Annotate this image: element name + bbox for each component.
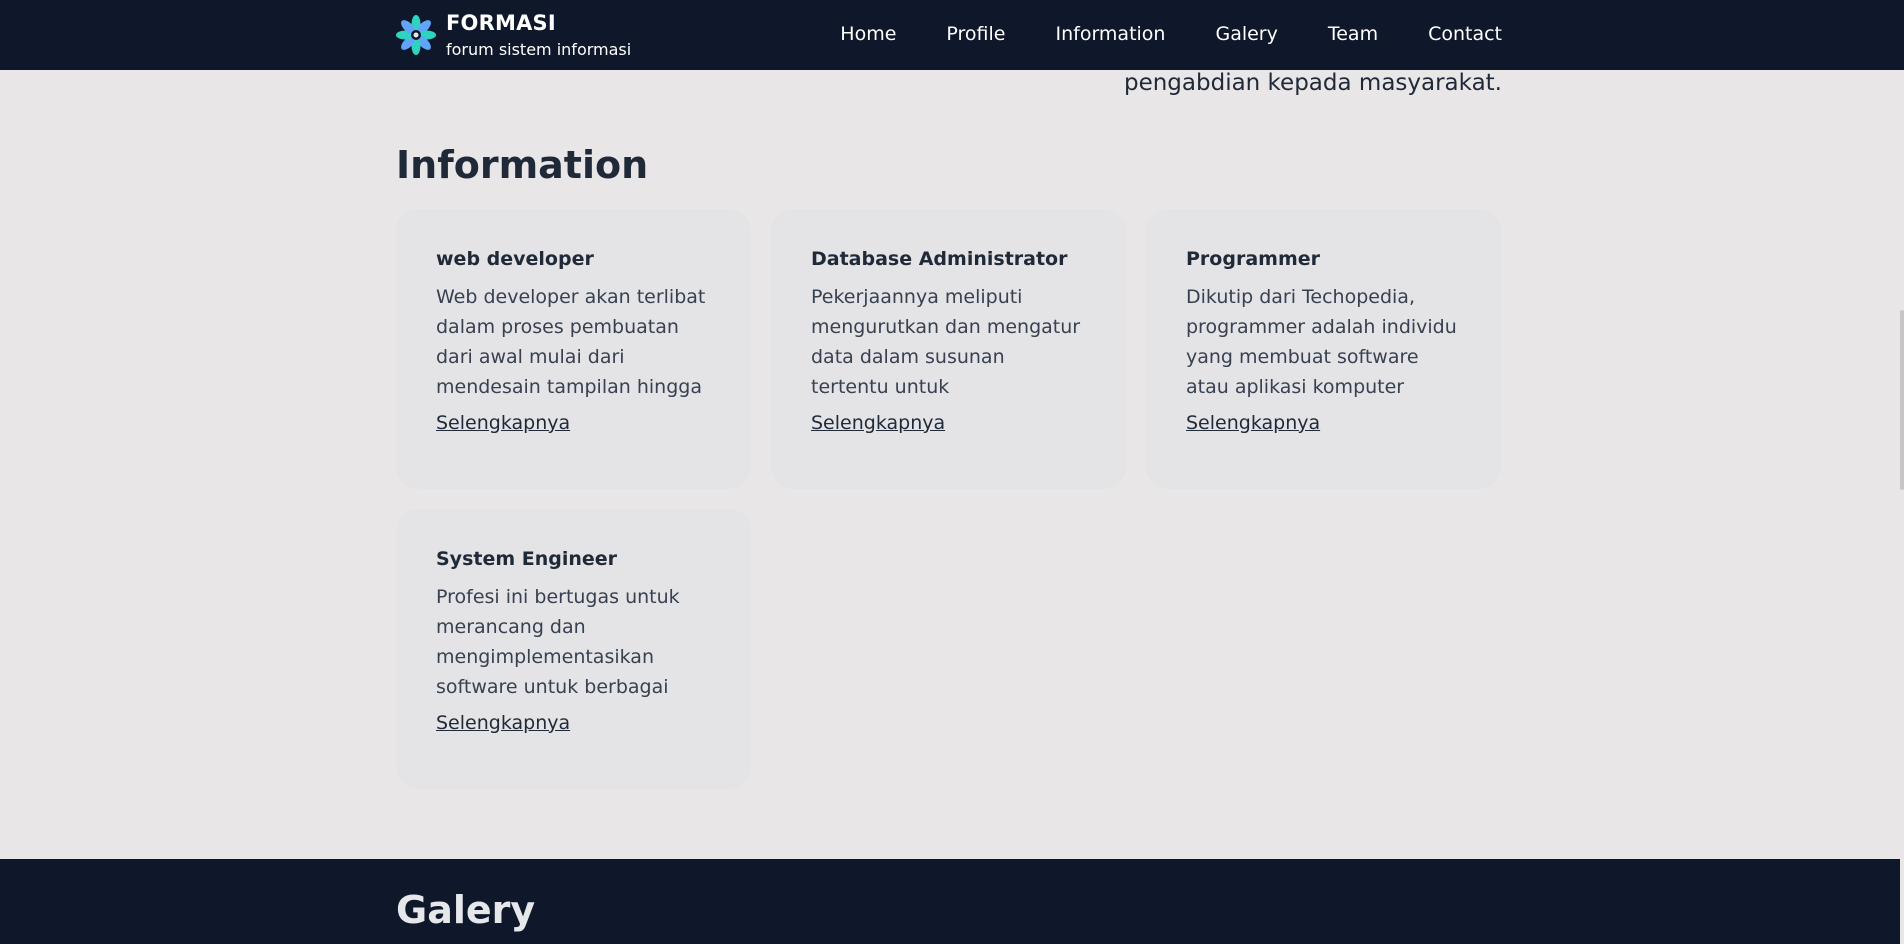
galery-section-title: Galery bbox=[396, 888, 536, 932]
page-scrollbar[interactable] bbox=[1900, 0, 1904, 944]
info-card-system-engineer: System Engineer Profesi ini bertugas unt… bbox=[396, 509, 751, 789]
flower-logo-icon bbox=[396, 15, 436, 55]
card-description: Dikutip dari Techopedia, programmer adal… bbox=[1186, 285, 1457, 398]
nav-team[interactable]: Team bbox=[1328, 23, 1378, 45]
nav-links: Home Profile Information Galery Team Con… bbox=[840, 23, 1502, 45]
brand-subtitle: forum sistem informasi bbox=[446, 40, 632, 59]
info-card-database-administrator: Database Administrator Pekerjaannya meli… bbox=[771, 209, 1126, 489]
info-card-web-developer: web developer Web developer akan terliba… bbox=[396, 209, 751, 489]
profile-text-tail: pengabdian kepada masyarakat. bbox=[1123, 70, 1502, 96]
scrollbar-thumb[interactable] bbox=[1900, 310, 1904, 490]
nav-contact[interactable]: Contact bbox=[1428, 23, 1502, 45]
card-title: Database Administrator bbox=[811, 248, 1068, 270]
card-description: Pekerjaannya meliputi mengurutkan dan me… bbox=[811, 285, 1081, 398]
read-more-link[interactable]: Selengkapnya bbox=[436, 412, 570, 434]
read-more-link[interactable]: Selengkapnya bbox=[811, 412, 945, 434]
nav-profile[interactable]: Profile bbox=[946, 23, 1005, 45]
nav-galery[interactable]: Galery bbox=[1215, 23, 1277, 45]
card-title: Programmer bbox=[1186, 248, 1320, 270]
information-section-title: Information bbox=[396, 143, 649, 187]
navbar-inner: FORMASI forum sistem informasi Home Prof… bbox=[396, 0, 1502, 70]
card-description: Web developer akan terlibat dalam proses… bbox=[436, 285, 706, 398]
read-more-link[interactable]: Selengkapnya bbox=[1186, 412, 1320, 434]
card-title: web developer bbox=[436, 248, 594, 270]
nav-home[interactable]: Home bbox=[840, 23, 896, 45]
top-navbar: FORMASI forum sistem informasi Home Prof… bbox=[0, 0, 1904, 70]
brand-text: FORMASI forum sistem informasi bbox=[446, 11, 631, 59]
card-description: Profesi ini bertugas untuk merancang dan… bbox=[436, 585, 680, 698]
galery-section bbox=[0, 859, 1904, 944]
info-card-programmer: Programmer Dikutip dari Techopedia, prog… bbox=[1146, 209, 1501, 489]
card-title: System Engineer bbox=[436, 548, 618, 570]
brand-title: FORMASI bbox=[446, 10, 556, 35]
brand-home-link[interactable]: FORMASI forum sistem informasi bbox=[396, 11, 631, 59]
read-more-link[interactable]: Selengkapnya bbox=[436, 712, 570, 734]
nav-information[interactable]: Information bbox=[1055, 23, 1165, 45]
